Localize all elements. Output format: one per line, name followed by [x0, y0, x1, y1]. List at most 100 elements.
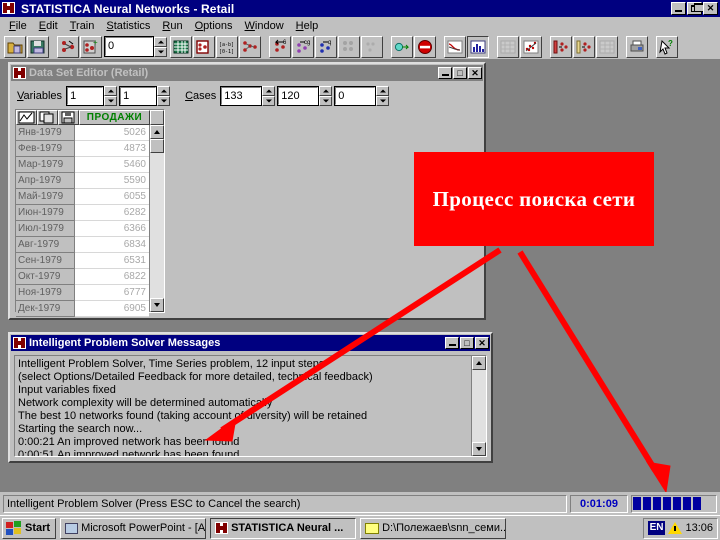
- menu-edit[interactable]: Edit: [33, 19, 64, 33]
- quasi-newton-button[interactable]: q: [315, 35, 337, 58]
- variables-to-input[interactable]: 1: [119, 86, 158, 106]
- table-cell[interactable]: 6366: [75, 221, 149, 237]
- main-title-bar: STATISTICA Neural Networks - Retail ✕: [0, 0, 720, 17]
- scatterplot-button[interactable]: [520, 35, 542, 58]
- table-cell[interactable]: 5590: [75, 173, 149, 189]
- ips-scroll-track[interactable]: [472, 370, 486, 442]
- ips-close-button[interactable]: ✕: [475, 337, 489, 349]
- ips-scroll-up-button[interactable]: [472, 356, 486, 370]
- cases-verify-spinner[interactable]: [319, 86, 333, 106]
- warning-icon[interactable]: [668, 522, 683, 534]
- copy-icon[interactable]: [37, 110, 58, 125]
- run-single-case-button[interactable]: [391, 35, 413, 58]
- table-row[interactable]: Янв-1979 5026: [16, 125, 149, 141]
- scroll-thumb[interactable]: [150, 139, 164, 153]
- row-header: Сен-1979: [16, 253, 75, 269]
- list-item: Input variables fixed: [18, 384, 116, 396]
- variables-to-spinner[interactable]: [157, 86, 171, 106]
- menu-window[interactable]: Window: [239, 19, 290, 33]
- table-row[interactable]: Мар-1979 5460: [16, 157, 149, 173]
- print-button[interactable]: [626, 35, 648, 58]
- table-row[interactable]: Июл-1979 6366: [16, 221, 149, 237]
- context-help-button[interactable]: ?: [656, 35, 678, 58]
- table-cell[interactable]: 6055: [75, 189, 149, 205]
- data-grid-vertical-scrollbar[interactable]: [149, 125, 164, 312]
- menu-train[interactable]: Train: [64, 19, 101, 33]
- minimize-button[interactable]: [671, 2, 686, 15]
- descriptive-stats-button[interactable]: [573, 35, 595, 58]
- ips-vertical-scrollbar[interactable]: [471, 356, 486, 456]
- data-set-editor-button[interactable]: [170, 35, 192, 58]
- new-network-button[interactable]: +: [80, 35, 102, 58]
- dse-maximize-button[interactable]: □: [453, 67, 467, 79]
- ips-window-controls: □ ✕: [445, 337, 490, 349]
- close-button[interactable]: ✕: [703, 2, 718, 15]
- menu-run[interactable]: Run: [156, 19, 188, 33]
- table-cell[interactable]: 6531: [75, 253, 149, 269]
- taskbar-item-powerpoint[interactable]: Microsoft PowerPoint - [Ab...: [60, 517, 207, 539]
- conjugate-gradient-button[interactable]: cg: [292, 35, 314, 58]
- epochs-spinner[interactable]: [154, 36, 167, 57]
- table-row[interactable]: Июн-1979 6282: [16, 205, 149, 221]
- menu-statistics[interactable]: Statistics: [100, 19, 156, 33]
- clock[interactable]: 13:06: [685, 522, 713, 534]
- epochs-input[interactable]: 0: [104, 36, 154, 57]
- dse-close-button[interactable]: ✕: [468, 67, 482, 79]
- table-row[interactable]: Ноя-1979 6777: [16, 285, 149, 301]
- table-cell[interactable]: 6822: [75, 269, 149, 285]
- variables-from-spinner[interactable]: [104, 86, 118, 106]
- network-edit-button[interactable]: [57, 35, 79, 58]
- table-row[interactable]: Авг-1979 6834: [16, 237, 149, 253]
- chart-small-icon[interactable]: [16, 110, 37, 125]
- training-graph-button[interactable]: [444, 35, 466, 58]
- cases-train-input[interactable]: 133: [220, 86, 263, 106]
- column-header-sales[interactable]: ПРОДАЖИ: [79, 110, 150, 125]
- table-row[interactable]: Фев-1979 4873: [16, 141, 149, 157]
- back-propagation-button[interactable]: 6: [269, 35, 291, 58]
- table-cell[interactable]: 6834: [75, 237, 149, 253]
- ips-minimize-button[interactable]: [445, 337, 459, 349]
- ips-message-area: Intelligent Problem Solver, Time Series …: [14, 355, 487, 457]
- save-data-set-button[interactable]: [27, 35, 49, 58]
- start-button[interactable]: Start: [2, 517, 57, 539]
- histogram-button[interactable]: [467, 35, 489, 58]
- dse-minimize-button[interactable]: [438, 67, 452, 79]
- scroll-down-button[interactable]: [150, 298, 164, 312]
- taskbar-item-explorer[interactable]: D:\Полежаев\snn_семи...: [360, 517, 507, 539]
- table-cell[interactable]: 6282: [75, 205, 149, 221]
- menu-file[interactable]: File: [3, 19, 33, 33]
- network-window-button[interactable]: [193, 35, 215, 58]
- table-row[interactable]: Окт-1979 6822: [16, 269, 149, 285]
- table-cell[interactable]: 6905: [75, 301, 149, 317]
- cases-test-input[interactable]: 0: [334, 86, 377, 106]
- table-cell[interactable]: 6777: [75, 285, 149, 301]
- sensitivity-analysis-button[interactable]: [550, 35, 572, 58]
- table-row[interactable]: Май-1979 6055: [16, 189, 149, 205]
- open-data-set-button[interactable]: [4, 35, 26, 58]
- taskbar-item-statistica[interactable]: STATISTICA Neural ...: [210, 517, 357, 539]
- menu-help[interactable]: Help: [290, 19, 325, 33]
- folder-icon: [365, 522, 380, 534]
- restore-button[interactable]: [687, 2, 704, 15]
- pre-post-processing-button[interactable]: [a-b] [0-1]: [216, 35, 238, 58]
- ips-maximize-button[interactable]: □: [460, 337, 474, 349]
- cases-verify-input[interactable]: 120: [277, 86, 320, 106]
- cases-train-spinner[interactable]: [262, 86, 276, 106]
- table-row[interactable]: Дек-1979 6905: [16, 301, 149, 317]
- table-cell[interactable]: 4873: [75, 141, 149, 157]
- table-row[interactable]: Апр-1979 5590: [16, 173, 149, 189]
- language-indicator[interactable]: EN: [647, 521, 666, 535]
- stop-button[interactable]: [414, 35, 436, 58]
- variables-from-input[interactable]: 1: [66, 86, 105, 106]
- table-cell[interactable]: 5460: [75, 157, 149, 173]
- network-dots-button[interactable]: [239, 35, 261, 58]
- table-cell[interactable]: 5026: [75, 125, 149, 141]
- floppy-small-icon[interactable]: [58, 110, 79, 125]
- ips-scroll-down-button[interactable]: [472, 442, 486, 456]
- scroll-up-button[interactable]: [150, 125, 164, 139]
- table-row[interactable]: Сен-1979 6531: [16, 253, 149, 269]
- menu-options[interactable]: Options: [189, 19, 239, 33]
- cases-test-spinner[interactable]: [376, 86, 390, 106]
- window-controls: ✕: [671, 2, 718, 15]
- scroll-track[interactable]: [150, 153, 164, 298]
